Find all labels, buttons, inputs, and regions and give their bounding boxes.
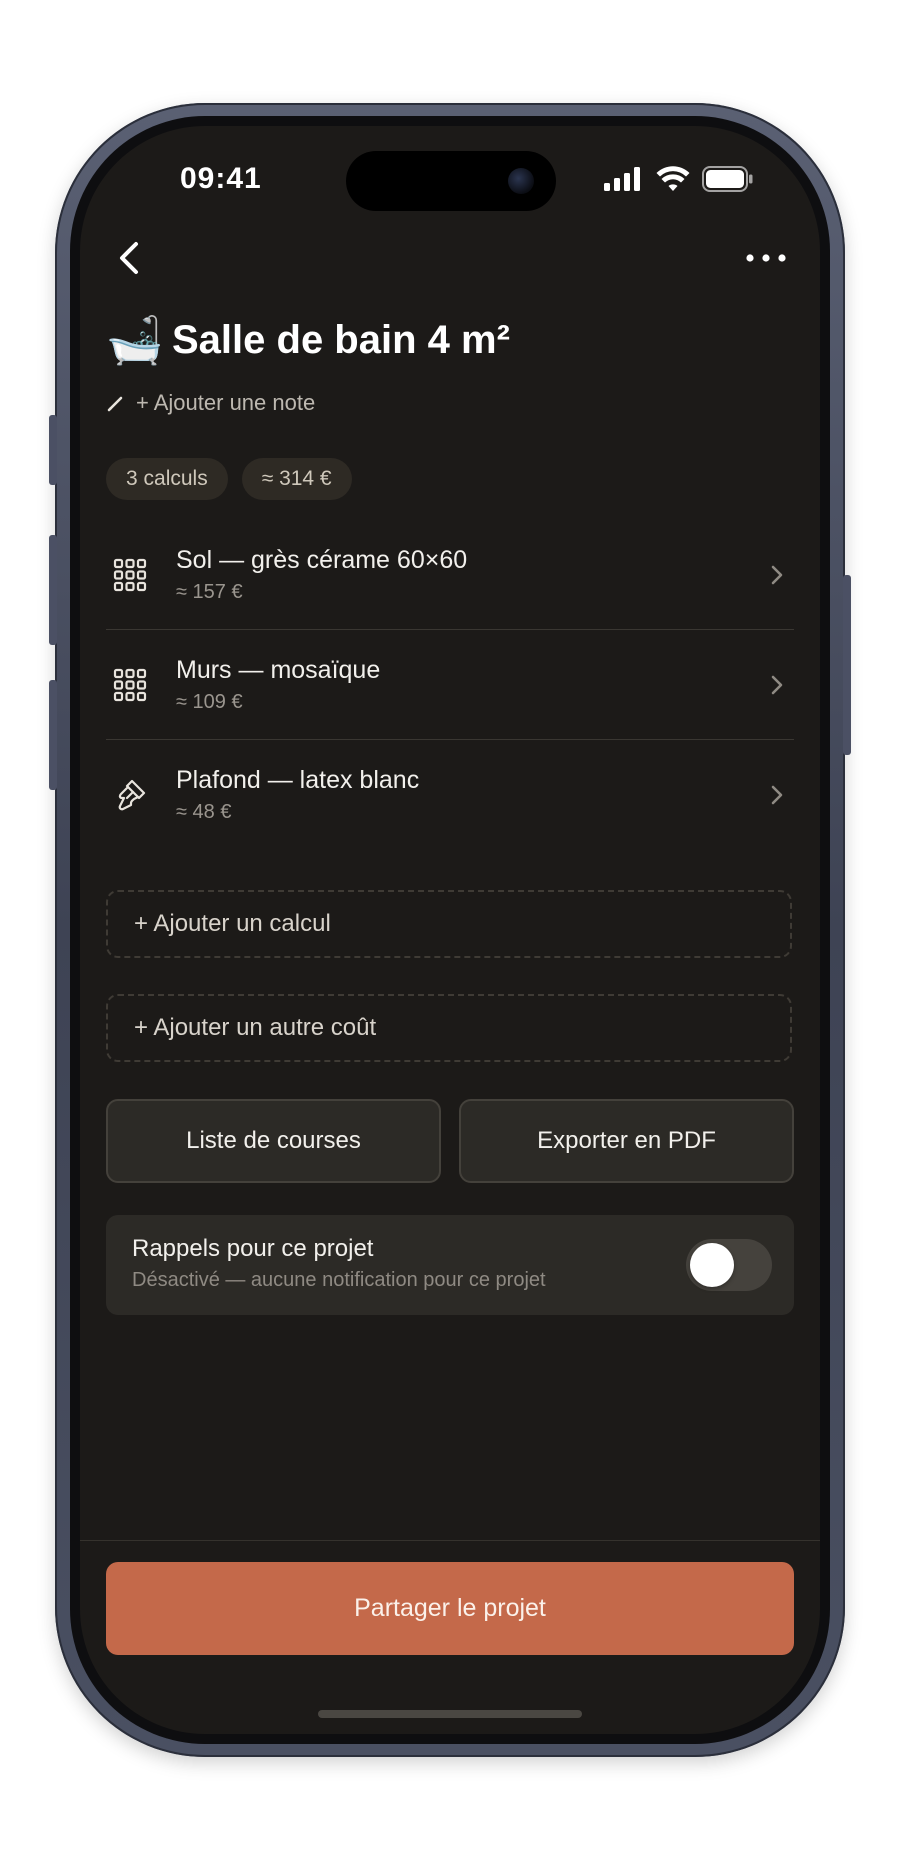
home-indicator xyxy=(318,1710,582,1718)
back-button[interactable] xyxy=(108,236,152,280)
status-time: 09:41 xyxy=(180,162,262,195)
calculation-name: Murs — mosaïque xyxy=(176,655,381,684)
total-cost-chip: ≈ 314 € xyxy=(241,458,352,500)
share-project-button[interactable]: Partager le projet xyxy=(106,1562,794,1655)
export-pdf-button[interactable]: Exporter en PDF xyxy=(459,1099,794,1183)
dynamic-island xyxy=(346,151,556,211)
calculation-price: ≈ 48 € xyxy=(176,800,232,823)
add-note-button[interactable]: + Ajouter une note xyxy=(106,390,315,416)
volume-down-button xyxy=(49,680,57,790)
project-header: 🛁 Salle de bain 4 m² xyxy=(106,314,510,366)
calculation-item-walls[interactable]: Murs — mosaïque ≈ 109 € xyxy=(106,630,794,740)
paint-brush-icon xyxy=(118,779,146,810)
cellular-signal-icon xyxy=(604,167,640,191)
battery-icon xyxy=(702,166,753,192)
footer-divider xyxy=(80,1540,820,1541)
wifi-icon xyxy=(656,166,690,191)
reminders-card: Rappels pour ce projet Désactivé — aucun… xyxy=(106,1215,794,1315)
more-button[interactable] xyxy=(742,246,790,270)
pencil-icon xyxy=(107,396,123,412)
add-note-label: + Ajouter une note xyxy=(136,390,316,415)
calculation-item-floor[interactable]: Sol — grès cérame 60×60 ≈ 157 € xyxy=(106,520,794,630)
calculation-name: Sol — grès cérame 60×60 xyxy=(176,545,468,574)
secondary-actions: Liste de courses Exporter en PDF xyxy=(106,1099,794,1183)
reminders-toggle[interactable] xyxy=(686,1239,772,1291)
calculation-price: ≈ 109 € xyxy=(176,690,243,713)
power-button xyxy=(843,575,851,755)
add-calculation-button[interactable]: + Ajouter un calcul xyxy=(106,890,792,958)
shopping-list-button[interactable]: Liste de courses xyxy=(106,1099,441,1183)
page-title: Salle de bain 4 m² xyxy=(172,317,510,362)
more-horizontal-icon xyxy=(746,254,786,262)
toggle-knob xyxy=(690,1243,734,1287)
add-calculation-label: + Ajouter un calcul xyxy=(134,910,331,937)
chevron-right-icon xyxy=(771,785,783,804)
action-button xyxy=(49,415,57,485)
chevron-left-icon xyxy=(120,242,138,274)
add-cost-button[interactable]: + Ajouter un autre coût xyxy=(106,994,792,1062)
calculation-name: Plafond — latex blanc xyxy=(176,765,420,794)
add-cost-label: + Ajouter un autre coût xyxy=(134,1014,377,1041)
calculation-price: ≈ 157 € xyxy=(176,580,243,603)
status-icons xyxy=(604,166,754,192)
calculation-item-ceiling[interactable]: Plafond — latex blanc ≈ 48 € xyxy=(106,740,794,849)
chevron-right-icon xyxy=(771,675,783,694)
app-screen: 09:41 🛁 Salle de bain 4 m² + Ajouter une… xyxy=(80,126,820,1734)
calc-count-chip: 3 calculs xyxy=(106,458,228,500)
reminders-subtitle: Désactivé — aucune notification pour ce … xyxy=(132,1269,546,1291)
tile-grid-icon xyxy=(113,668,147,701)
chevron-right-icon xyxy=(771,565,783,584)
tile-grid-icon xyxy=(113,558,147,591)
summary-chips: 3 calculs ≈ 314 € xyxy=(106,458,352,500)
volume-up-button xyxy=(49,535,57,645)
calculation-list: Sol — grès cérame 60×60 ≈ 157 € Murs — m… xyxy=(106,520,794,849)
camera-icon xyxy=(508,168,534,194)
reminders-title: Rappels pour ce projet xyxy=(132,1235,374,1262)
bathtub-icon: 🛁 xyxy=(106,314,164,366)
